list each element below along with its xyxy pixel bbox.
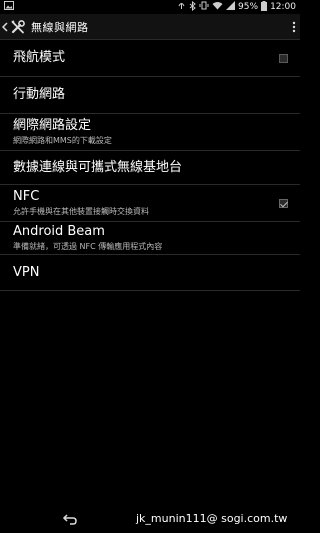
mobile-signal-icon: [226, 1, 236, 13]
setting-summary: 準備就緒，可透過 NFC 傳輸應用程式內容: [13, 242, 163, 251]
navigation-bar: jk_munin111@ sogi.com.tw: [0, 505, 300, 533]
setting-label: 網際網路設定: [13, 118, 92, 133]
battery-percent: 95%: [238, 2, 259, 12]
nfc-checkbox[interactable]: [276, 196, 290, 210]
setting-label: 飛航模式: [13, 50, 66, 65]
setting-label: 數據連線與可攜式無線基地台: [13, 159, 183, 175]
setting-internet-settings[interactable]: 網際網路設定 網際網路和MMS的下載設定: [0, 114, 300, 151]
nav-back-icon[interactable]: [62, 511, 78, 527]
setting-tethering-hotspot[interactable]: 數據連線與可攜式無線基地台: [0, 151, 300, 185]
image-icon: [4, 1, 14, 13]
setting-vpn[interactable]: VPN: [0, 255, 300, 291]
battery-icon: [261, 0, 268, 14]
setting-label: NFC: [13, 189, 40, 204]
watermark: jk_munin111@ sogi.com.tw: [136, 512, 288, 525]
setting-mobile-network[interactable]: 行動網路: [0, 77, 300, 114]
setting-summary: 允許手機與在其他裝置接觸時交換資料: [13, 207, 149, 216]
airplane-mode-checkbox[interactable]: [276, 51, 290, 65]
clock: 12:00: [270, 2, 296, 12]
page-title: 無線與網路: [31, 20, 89, 34]
setting-airplane-mode[interactable]: 飛航模式: [0, 40, 300, 77]
settings-list: 飛航模式 行動網路 網際網路設定 網際網路和MMS的下載設定 數據連線與可攜式無…: [0, 40, 300, 291]
signal-icon: [177, 1, 186, 13]
wifi-icon: [212, 1, 223, 13]
setting-label: VPN: [13, 264, 40, 280]
setting-nfc[interactable]: NFC 允許手機與在其他裝置接觸時交換資料: [0, 185, 300, 222]
bluetooth-icon: [189, 0, 196, 14]
setting-android-beam[interactable]: Android Beam 準備就緒，可透過 NFC 傳輸應用程式內容: [0, 222, 300, 255]
back-chevron-icon[interactable]: [0, 14, 9, 40]
setting-summary: 網際網路和MMS的下載設定: [13, 136, 112, 145]
action-bar: 無線與網路: [0, 14, 300, 40]
setting-label: Android Beam: [13, 224, 105, 239]
vibrate-icon: [199, 1, 209, 13]
tools-icon[interactable]: [9, 18, 27, 36]
setting-label: 行動網路: [13, 87, 66, 102]
status-bar: 95% 12:00: [0, 0, 300, 14]
overflow-menu-icon[interactable]: [288, 14, 300, 40]
